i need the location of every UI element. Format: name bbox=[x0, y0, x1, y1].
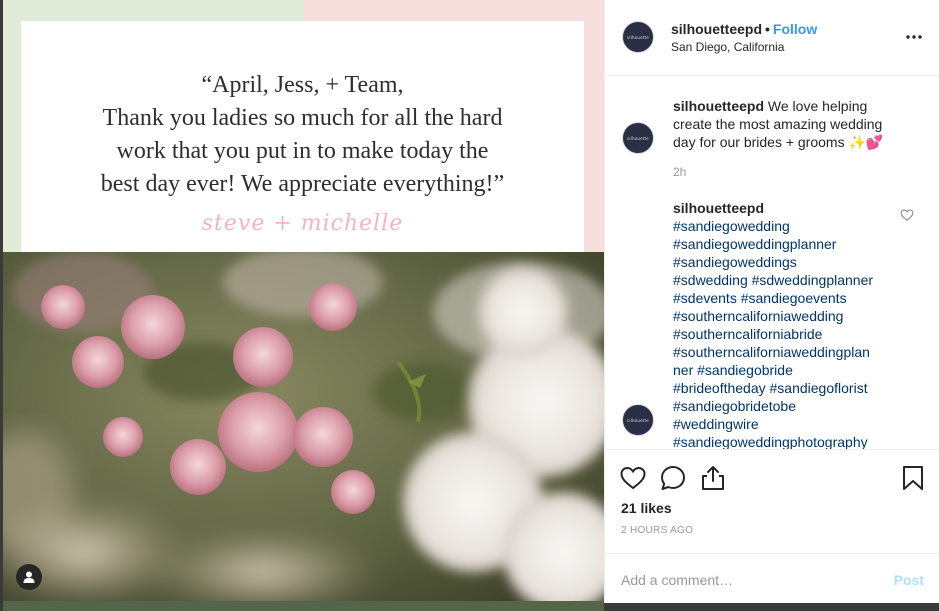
hashtag-line[interactable]: #brideoftheday #sandiegoflorist bbox=[673, 379, 893, 397]
quote-line: “April, Jess, + Team, bbox=[201, 72, 404, 98]
share-upload-icon[interactable] bbox=[699, 464, 727, 492]
follow-button[interactable]: Follow bbox=[773, 21, 817, 37]
hashtag-line[interactable]: #sdevents #sandiegoevents bbox=[673, 289, 893, 307]
likes-count[interactable]: 21 likes bbox=[621, 500, 672, 516]
hashtag-line[interactable]: #weddingwire bbox=[673, 415, 893, 433]
add-comment-box: Post bbox=[605, 553, 939, 605]
username-link[interactable]: silhouetteepd bbox=[671, 21, 762, 37]
avatar-text: silhouette bbox=[627, 34, 649, 40]
more-options-icon[interactable] bbox=[905, 28, 923, 46]
comment-username[interactable]: silhouetteepd bbox=[673, 199, 893, 217]
comment-avatar[interactable]: silhouette bbox=[622, 404, 654, 436]
next-post-strip bbox=[3, 601, 604, 611]
hashtag-line[interactable]: #southerncaliforniawedding bbox=[673, 307, 893, 325]
hashtag-line[interactable]: ner #sandiegobride bbox=[673, 361, 893, 379]
hashtag-line[interactable]: #sandiegoweddingphotography bbox=[673, 433, 893, 449]
post-actions: 21 likes 2 HOURS AGO Post bbox=[605, 449, 939, 604]
post-details-panel: silhouette silhouetteepd • Follow San Dieg… bbox=[604, 0, 939, 603]
post-image[interactable]: “April, Jess, + Team, Thank you ladies s… bbox=[3, 0, 604, 611]
person-icon bbox=[23, 571, 35, 583]
hashtag-line[interactable]: #southerncaliforniaweddingplan bbox=[673, 343, 893, 361]
post-header: silhouette silhouetteepd • Follow San Dieg… bbox=[605, 0, 939, 76]
hashtag-line[interactable]: #sandiegoweddings bbox=[673, 253, 893, 271]
like-heart-icon[interactable] bbox=[619, 464, 647, 492]
signature: steve + michelle bbox=[201, 211, 404, 236]
quote-card: “April, Jess, + Team, Thank you ladies s… bbox=[21, 21, 584, 252]
tagged-users-button[interactable] bbox=[16, 564, 42, 590]
avatar[interactable]: silhouette bbox=[622, 21, 654, 53]
quote-text: “April, Jess, + Team, Thank you ladies s… bbox=[21, 69, 584, 201]
caption-username[interactable]: silhouetteepd bbox=[673, 98, 764, 114]
hashtag-line[interactable]: #sandiegowedding bbox=[673, 217, 893, 235]
hashtag-line[interactable]: #sandiegoweddingplanner bbox=[673, 235, 893, 253]
header-name-row: silhouetteepd • Follow bbox=[671, 21, 817, 37]
hashtag-comment: silhouetteepd #sandiegowedding #sandiego… bbox=[673, 199, 893, 449]
quote-line: work that you put in to make today the bbox=[116, 138, 489, 164]
separator-dot: • bbox=[765, 21, 770, 37]
post-comment-button[interactable]: Post bbox=[894, 572, 924, 588]
comment-bubble-icon[interactable] bbox=[659, 464, 687, 492]
comments-list[interactable]: silhouette silhouetteepd We love helping… bbox=[605, 76, 939, 449]
avatar-text: silhouette bbox=[627, 417, 649, 423]
avatar-text: silhouette bbox=[627, 135, 649, 141]
caption-time[interactable]: 2h bbox=[673, 165, 686, 179]
quote-line: Thank you ladies so much for all the har… bbox=[102, 105, 503, 131]
hashtag-line[interactable]: #sdwedding #sdweddingplanner bbox=[673, 271, 893, 289]
comment-input[interactable] bbox=[621, 568, 871, 592]
caption-avatar[interactable]: silhouette bbox=[622, 122, 654, 154]
flowers-photo bbox=[3, 252, 604, 602]
location-link[interactable]: San Diego, California bbox=[671, 40, 784, 54]
hashtag-line[interactable]: #southerncaliforniabride bbox=[673, 325, 893, 343]
post-timestamp[interactable]: 2 HOURS AGO bbox=[621, 525, 693, 536]
comment-like-heart-icon[interactable] bbox=[900, 208, 914, 222]
hashtag-line[interactable]: #sandiegobridetobe bbox=[673, 397, 893, 415]
quote-line: best day ever! We appreciate everything!… bbox=[100, 171, 505, 197]
caption: silhouetteepd We love helping create the… bbox=[673, 97, 893, 151]
bookmark-icon[interactable] bbox=[899, 464, 927, 492]
